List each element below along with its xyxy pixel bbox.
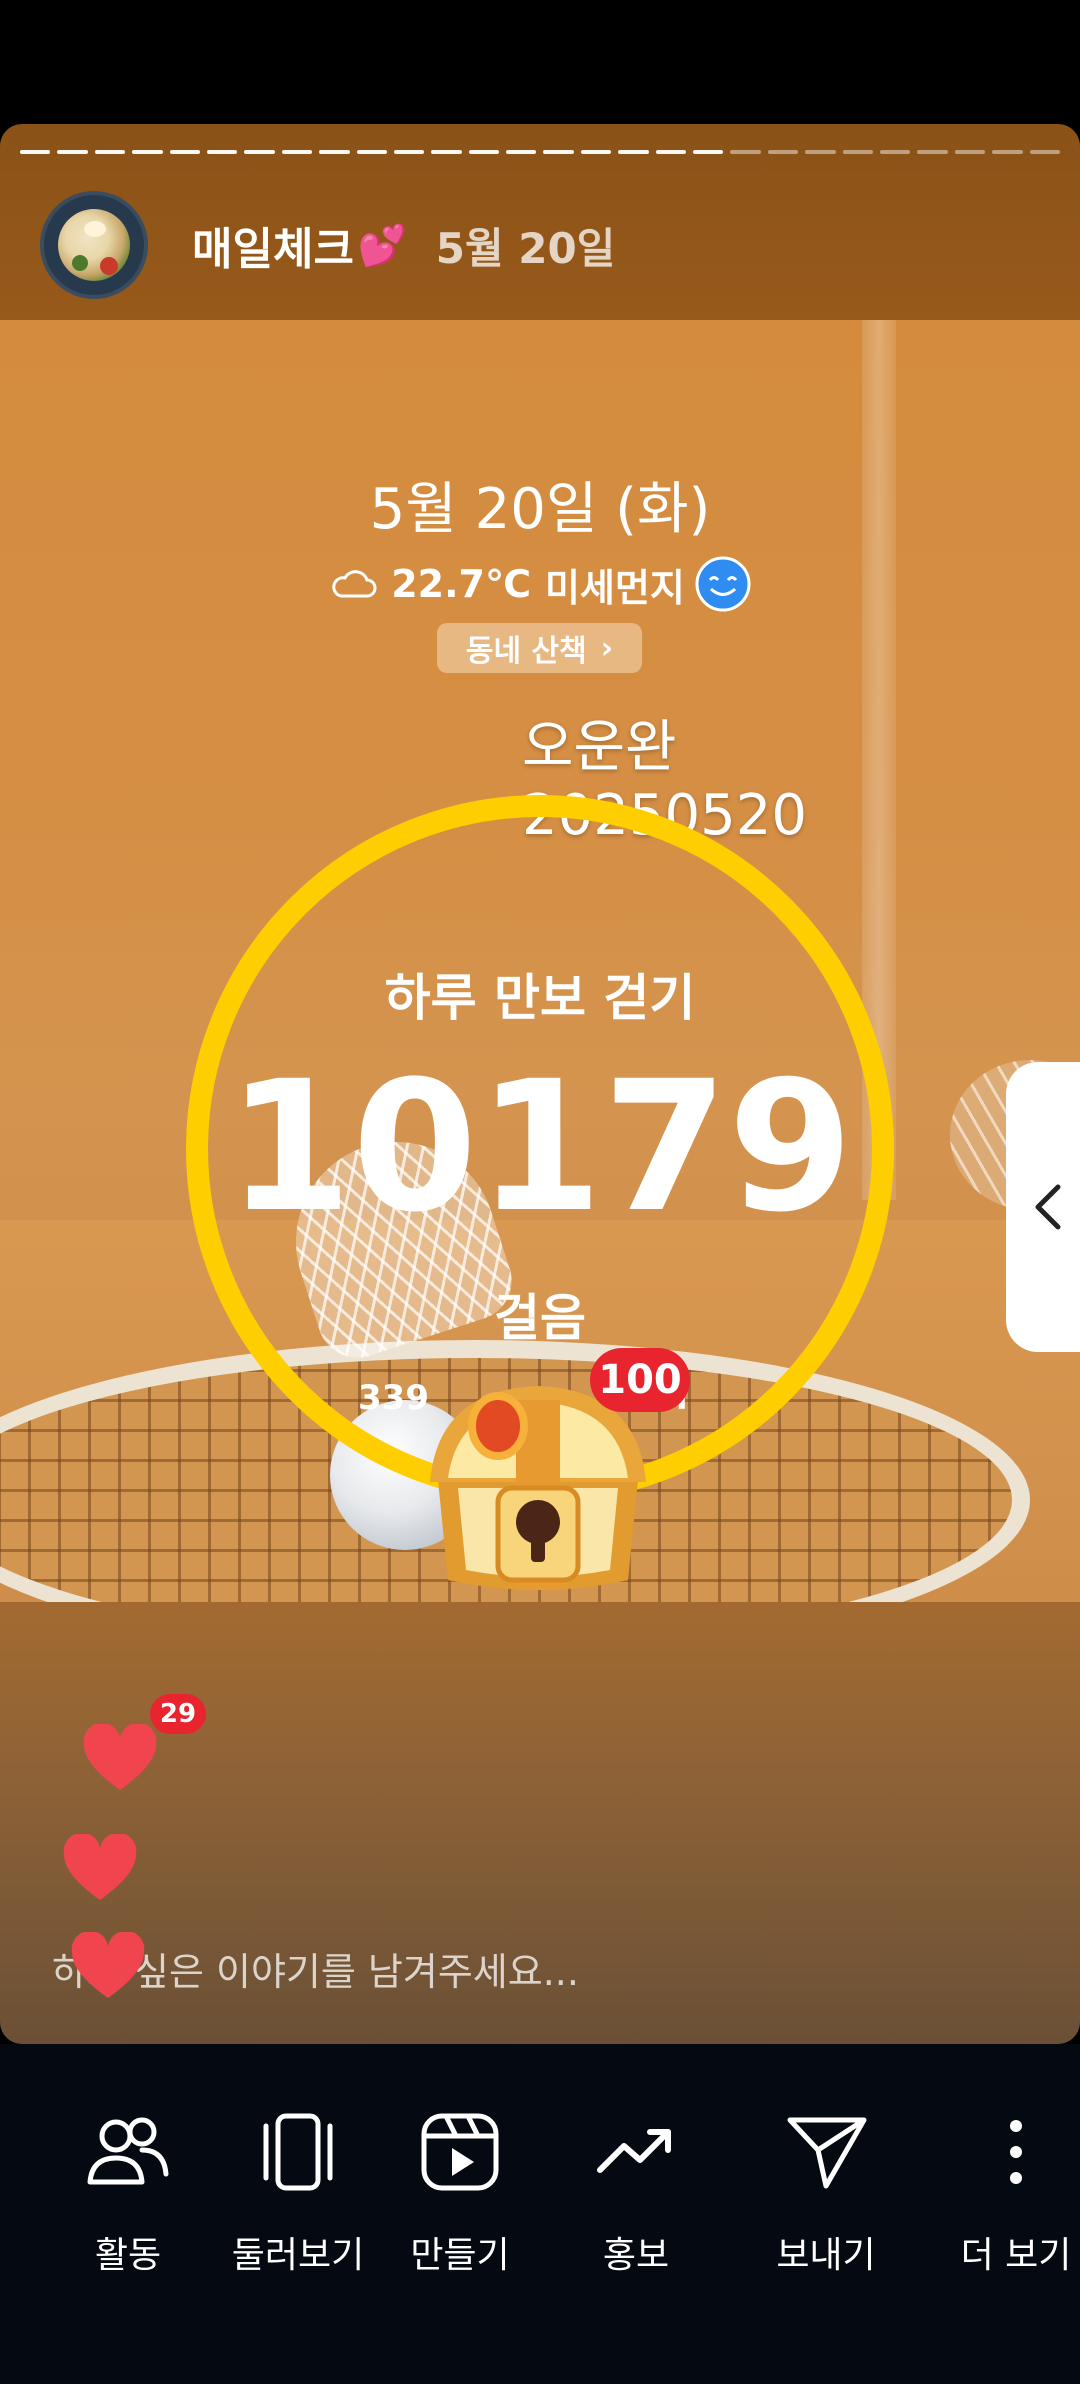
story-progress-segment [468, 150, 500, 154]
temperature-text: 22.7℃ [391, 562, 531, 606]
people-icon [87, 2117, 169, 2185]
story-progress-segment [1029, 150, 1060, 154]
story-progress-segment [206, 150, 238, 154]
story-action-bar: 활동 둘러보기 만들기 홍보 보내기 더 보기 [0, 2044, 1080, 2384]
walk-button-label: 동네 산책 [465, 634, 587, 669]
profile-avatar[interactable] [40, 191, 148, 299]
story-progress-segment [954, 150, 986, 154]
smile-face-icon [695, 556, 751, 612]
reply-input[interactable]: 하고 싶은 이야기를 남겨주세요... [52, 1940, 952, 1996]
step-unit: 걸음 [494, 1289, 586, 1347]
story-progress-segment [94, 150, 126, 154]
send-icon [787, 2117, 867, 2189]
story-username[interactable]: 매일체크 [192, 213, 354, 277]
story-progress-segment [730, 150, 761, 154]
chest-badge: 100 [590, 1348, 690, 1412]
story-progress-segment [57, 150, 88, 154]
story-progress-segment [393, 150, 425, 154]
heart-reaction-icon [83, 1724, 157, 1790]
create-label: 만들기 [410, 2235, 510, 2276]
story-progress-segment [132, 150, 163, 154]
story-progress-segment [693, 150, 724, 154]
story-progress-segment [356, 150, 387, 154]
promote-label: 홍보 [602, 2235, 670, 2276]
walk-button[interactable]: 동네 산책 › [437, 623, 642, 673]
story-progress-segment [618, 150, 649, 154]
story-progress-segment [431, 150, 462, 154]
chevron-right-icon: › [600, 630, 614, 666]
reaction-count-badge: 29 [150, 1694, 206, 1734]
story-progress-segment [244, 150, 275, 154]
trending-icon [597, 2129, 671, 2173]
story-progress-segment [767, 150, 799, 154]
dust-label: 미세먼지 [544, 565, 685, 610]
send-label: 보내기 [776, 2235, 876, 2276]
story-progress-segment [580, 150, 612, 154]
heart-reaction-icon [63, 1834, 137, 1900]
hearts-emoji-icon: 💕 [357, 222, 408, 269]
status-bar [0, 0, 1080, 124]
activity-label: 활동 [94, 2235, 162, 2276]
story-progress-segment [842, 150, 873, 154]
story-progress-segment [281, 150, 313, 154]
story-progress-segment [992, 150, 1023, 154]
sticker-date: 5월 20일 (화) [369, 477, 711, 542]
carousel-icon [263, 2113, 333, 2191]
story-progress-segment [506, 150, 537, 154]
promote-button[interactable]: 홍보 [546, 2104, 726, 2278]
story-date: 5월 20일 [435, 223, 616, 273]
send-button[interactable]: 보내기 [736, 2104, 916, 2278]
reels-icon [421, 2113, 499, 2191]
weather-sticker: 22.7℃ 미세먼지 [0, 556, 1080, 612]
story-progress-segment [917, 150, 948, 154]
more-button[interactable]: 더 보기 [926, 2104, 1080, 2278]
story-progress-bar [20, 150, 1060, 154]
story-progress-segment [879, 150, 911, 154]
story-progress-segment [169, 150, 200, 154]
step-goal-title: 하루 만보 걷기 [384, 969, 696, 1027]
browse-button[interactable]: 둘러보기 [208, 2104, 388, 2278]
chevron-left-icon [1035, 1184, 1061, 1230]
story-progress-segment [655, 150, 687, 154]
cloud-icon [332, 570, 377, 598]
side-drawer-tab[interactable] [1006, 1062, 1080, 1352]
story-progress-segment [319, 150, 350, 154]
story-header: 매일체크 💕 5월 20일 [40, 190, 1040, 300]
more-icon [1010, 2120, 1022, 2184]
heart-reaction-icon [71, 1932, 145, 1998]
story-progress-segment [20, 150, 51, 154]
step-count: 10179 [226, 1043, 854, 1252]
create-button[interactable]: 만들기 [370, 2104, 550, 2278]
browse-label: 둘러보기 [231, 2235, 365, 2276]
story-progress-segment [805, 150, 836, 154]
activity-button[interactable]: 활동 [38, 2104, 218, 2278]
more-label: 더 보기 [960, 2235, 1072, 2276]
story-progress-segment [543, 150, 574, 154]
